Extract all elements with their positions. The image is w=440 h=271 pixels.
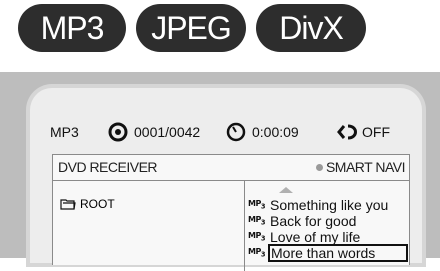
scroll-up-icon[interactable] (279, 187, 293, 193)
mp3-file-icon: MP3 (248, 215, 265, 227)
smart-navi-indicator: SMART NAVI (315, 159, 406, 175)
file-name: Something like you (270, 197, 389, 213)
repeat-status: OFF (362, 124, 390, 140)
file-name: Love of my life (270, 229, 361, 245)
status-bar: MP3 0001/0042 0:00:09 OFF (30, 118, 422, 146)
list-item-selected[interactable]: MP3 More than words (248, 244, 408, 262)
track-counter: 0001/0042 (134, 124, 201, 140)
folder-label: ROOT (80, 197, 115, 211)
mp3-file-icon: MP3 (248, 231, 265, 243)
jpeg-badge: JPEG (136, 4, 246, 52)
list-item[interactable]: MP3 Back for good (248, 213, 408, 229)
smart-navi-label: SMART NAVI (325, 159, 406, 175)
file-name: More than words (268, 244, 408, 262)
clock-icon (226, 122, 246, 142)
browser-title: DVD RECEIVER (58, 159, 158, 175)
osd-screen: MP3 0001/0042 0:00:09 OFF DVD RECEIVER S… (30, 88, 422, 271)
list-item[interactable]: MP3 Love of my life (248, 229, 408, 245)
elapsed-time: 0:00:09 (252, 124, 299, 140)
file-browser: DVD RECEIVER SMART NAVI ROOT MP3 Somethi… (52, 154, 410, 271)
smart-navi-dot-icon (315, 164, 323, 171)
folder-root[interactable]: ROOT (60, 197, 115, 211)
folder-icon (60, 199, 76, 210)
disc-icon (108, 122, 128, 142)
divx-badge: DivX (256, 4, 366, 52)
repeat-icon (337, 124, 357, 140)
file-list: MP3 Something like you MP3 Back for good… (248, 197, 408, 262)
format-label: MP3 (50, 124, 79, 140)
file-name: Back for good (270, 213, 357, 229)
mp3-file-icon: MP3 (248, 247, 265, 259)
mp3-badge: MP3 (18, 4, 126, 52)
browser-header: DVD RECEIVER SMART NAVI (53, 155, 409, 181)
mp3-file-icon: MP3 (248, 199, 265, 211)
list-item[interactable]: MP3 Something like you (248, 197, 408, 213)
